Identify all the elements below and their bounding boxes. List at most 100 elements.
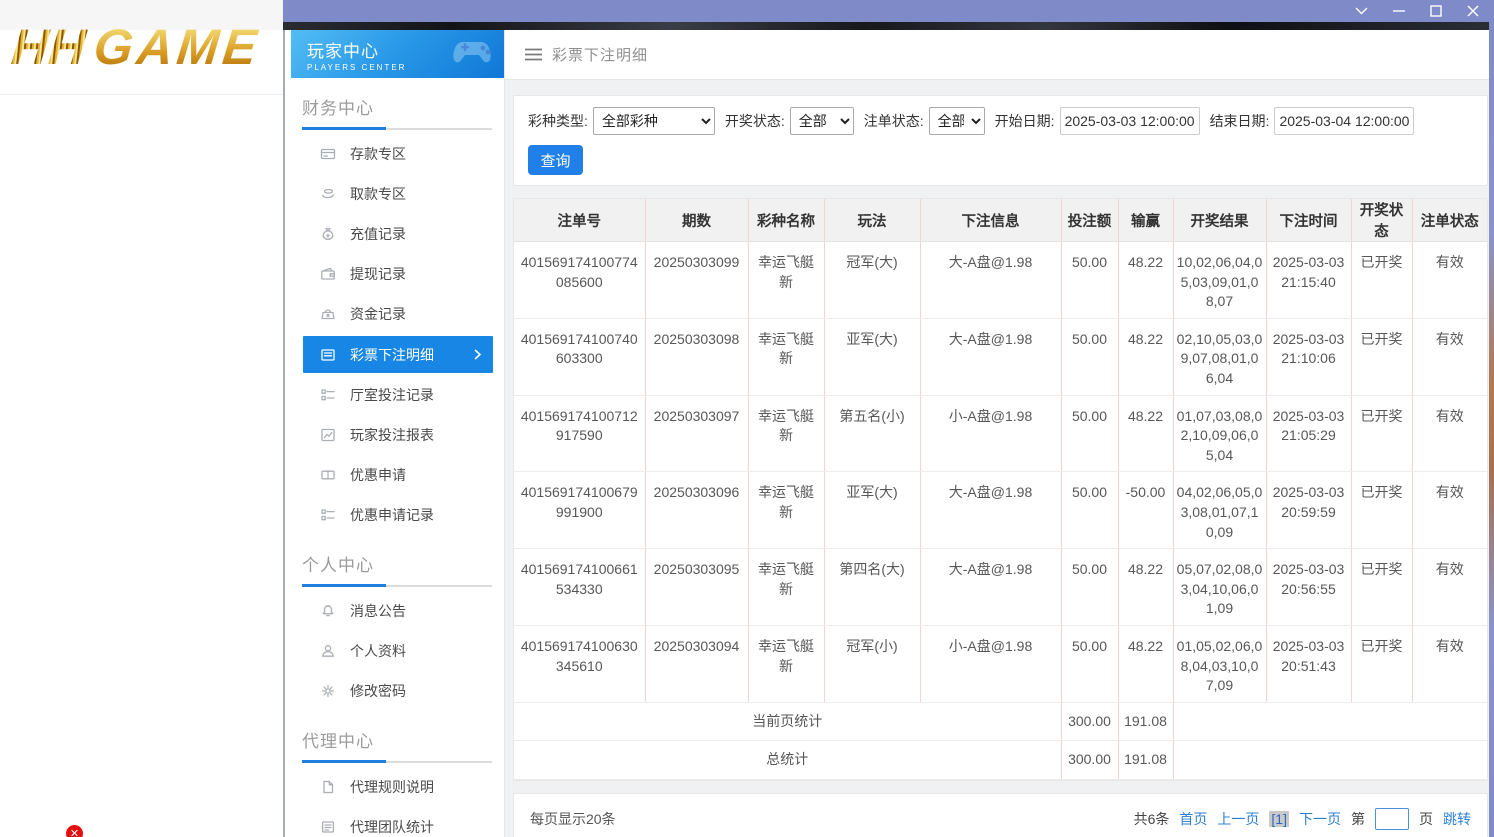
sidebar-item-label: 存款专区 xyxy=(350,146,406,162)
chevron-right-icon xyxy=(474,347,482,363)
report-chart-icon xyxy=(320,427,336,443)
sidebar-item[interactable]: 修改密码 xyxy=(285,671,504,711)
app-window: 玩家中心 PLAYERS CENTER 财务中心 存款专区 取款专区 充值记录 提现记录… xyxy=(283,0,1494,837)
main-content: 彩票下注明细 彩种类型: 全部彩种 开奖状态: 全部 注单状态: 全部 开始日期… xyxy=(505,30,1494,837)
order-status-select[interactable]: 全部 xyxy=(928,107,985,135)
bell-icon xyxy=(320,603,336,619)
gear-icon xyxy=(320,683,336,699)
sidebar-item[interactable]: 资金记录 xyxy=(285,294,504,334)
cell-draw-status: 已开奖 xyxy=(1351,548,1413,626)
order-status-label: 注单状态: xyxy=(863,113,924,129)
column-header: 注单号 xyxy=(514,199,646,242)
sidebar: 玩家中心 PLAYERS CENTER 财务中心 存款专区 取款专区 充值记录 提现记录… xyxy=(285,30,505,837)
cell-period: 20250303098 xyxy=(645,318,749,396)
close-icon[interactable] xyxy=(1465,4,1480,18)
error-x-icon[interactable]: ✕ xyxy=(66,825,83,837)
sidebar-item-active[interactable]: 彩票下注明细 xyxy=(303,336,493,373)
sidebar-item[interactable]: 代理规则说明 xyxy=(285,767,504,807)
sidebar-item[interactable]: 个人资料 xyxy=(285,631,504,671)
money-bag-icon xyxy=(320,226,336,242)
end-date-label: 结束日期: xyxy=(1209,113,1270,129)
sidebar-item[interactable]: 消息公告 xyxy=(285,591,504,631)
cell-play-type: 亚军(大) xyxy=(824,318,921,396)
sidebar-item[interactable]: 优惠申请记录 xyxy=(285,495,504,535)
summary-bet-total: 300.00 xyxy=(1061,702,1119,742)
section-divider xyxy=(302,584,492,587)
purse-icon xyxy=(320,306,336,322)
column-header: 期数 xyxy=(645,199,749,242)
first-page-link[interactable]: 首页 xyxy=(1179,809,1207,829)
sidebar-item[interactable]: 充值记录 xyxy=(285,214,504,254)
sidebar-item[interactable]: 玩家投注报表 xyxy=(285,415,504,455)
start-date-input[interactable] xyxy=(1059,107,1200,135)
cell-play-type: 亚军(大) xyxy=(824,471,921,550)
lottery-type-label: 彩种类型: xyxy=(528,113,588,129)
cell-draw-result: 04,02,06,05,03,08,01,07,10,09 xyxy=(1173,471,1267,550)
sidebar-item-label: 优惠申请 xyxy=(350,467,406,483)
window-right-edge xyxy=(1489,0,1494,837)
filter-row: 彩种类型: 全部彩种 开奖状态: 全部 注单状态: 全部 开始日期: 2025-… xyxy=(528,107,1473,135)
lottery-type-select[interactable]: 全部彩种 xyxy=(592,107,715,135)
start-date-label: 开始日期: xyxy=(994,113,1055,129)
sidebar-item-label: 充值记录 xyxy=(350,226,406,242)
wallet-icon xyxy=(320,266,336,282)
column-header: 投注额 xyxy=(1061,199,1119,242)
topbar: 彩票下注明细 xyxy=(505,30,1494,80)
next-page-link[interactable]: 下一页 xyxy=(1299,809,1341,829)
cell-order-status: 有效 xyxy=(1412,471,1487,550)
cell-period: 20250303096 xyxy=(645,471,749,550)
prev-page-link[interactable]: 上一页 xyxy=(1217,809,1259,829)
cell-order-no: 401569174100630345610 xyxy=(514,625,646,703)
room-list-icon xyxy=(320,387,336,403)
sidebar-item[interactable]: 优惠申请 xyxy=(285,455,504,495)
search-button[interactable]: 查询 xyxy=(528,145,583,175)
cell-bet-info: 小-A盘@1.98 xyxy=(920,395,1062,473)
hamburger-icon[interactable] xyxy=(525,48,542,61)
cell-bet-amount: 50.00 xyxy=(1061,548,1119,626)
jump-page-input[interactable] xyxy=(1375,807,1409,830)
column-header: 注单状态 xyxy=(1412,199,1487,242)
filter-end-date: 结束日期: xyxy=(1210,107,1415,135)
draw-status-select[interactable]: 全部 xyxy=(789,107,854,135)
column-header: 输赢 xyxy=(1118,199,1174,242)
window-titlebar xyxy=(283,0,1494,22)
window-top-strip xyxy=(283,22,1494,30)
summary-label: 总统计 xyxy=(514,740,1062,780)
sidebar-section-label: 代理中心 xyxy=(302,732,374,751)
maximize-icon[interactable] xyxy=(1428,4,1443,18)
logo-game-text: GAME xyxy=(91,19,264,75)
sidebar-item[interactable]: 取款专区 xyxy=(285,174,504,214)
sidebar-item[interactable]: 厅室投注记录 xyxy=(285,375,504,415)
column-header: 下注时间 xyxy=(1266,199,1352,242)
cell-bet-info: 小-A盘@1.98 xyxy=(920,625,1062,703)
gamepad-icon xyxy=(452,36,496,75)
bet-table-row: 401569174100740603300 20250303098 幸运飞艇新 亚军(… xyxy=(514,318,1487,396)
cell-bet-amount: 50.00 xyxy=(1061,395,1119,473)
filter-draw-status: 开奖状态: 全部 xyxy=(725,107,854,135)
cell-order-no: 401569174100740603300 xyxy=(514,318,646,396)
bet-table-row: 401569174100679991900 20250303096 幸运飞艇新 亚军(… xyxy=(514,471,1487,550)
summary-label: 当前页统计 xyxy=(514,702,1062,742)
end-date-input[interactable] xyxy=(1274,107,1415,135)
cell-bet-time: 2025-03-03 20:56:55 xyxy=(1266,548,1352,626)
cell-lottery-name: 幸运飞艇新 xyxy=(748,548,825,626)
cell-lottery-name: 幸运飞艇新 xyxy=(748,471,825,550)
sidebar-item[interactable]: 存款专区 xyxy=(285,134,504,174)
ticket-list-icon xyxy=(320,347,336,363)
cell-draw-result: 01,07,03,08,02,10,09,06,05,04 xyxy=(1173,395,1267,473)
sidebar-item[interactable]: 提现记录 xyxy=(285,254,504,294)
chevron-down-icon[interactable] xyxy=(1354,4,1369,18)
cell-lottery-name: 幸运飞艇新 xyxy=(748,395,825,473)
bet-table: 注单号 期数 彩种名称 玩法 下注信息 投注额 输赢 开奖结果 下注时间 开奖状态 注单状态 401… xyxy=(514,199,1487,780)
summary-win-total: 191.08 xyxy=(1118,740,1174,780)
page-title: 彩票下注明细 xyxy=(552,47,649,64)
sidebar-item[interactable]: 代理团队统计 xyxy=(285,807,504,837)
minimize-icon[interactable] xyxy=(1391,4,1406,18)
jump-suffix-text: 页 xyxy=(1419,810,1433,827)
sidebar-item-label: 修改密码 xyxy=(350,683,406,699)
cell-play-type: 冠军(大) xyxy=(824,241,921,319)
jump-button[interactable]: 跳转 xyxy=(1443,809,1471,829)
sidebar-item-label: 消息公告 xyxy=(350,603,406,619)
sidebar-section: 财务中心 存款专区 取款专区 充值记录 提现记录 资金记录 彩票下注明细 厅室投注记录 玩家投注… xyxy=(285,78,504,535)
screen: HHGAME ✕ 玩家中心 PLAYERS CENTER 财务中心 存款专区 取… xyxy=(0,0,1494,837)
